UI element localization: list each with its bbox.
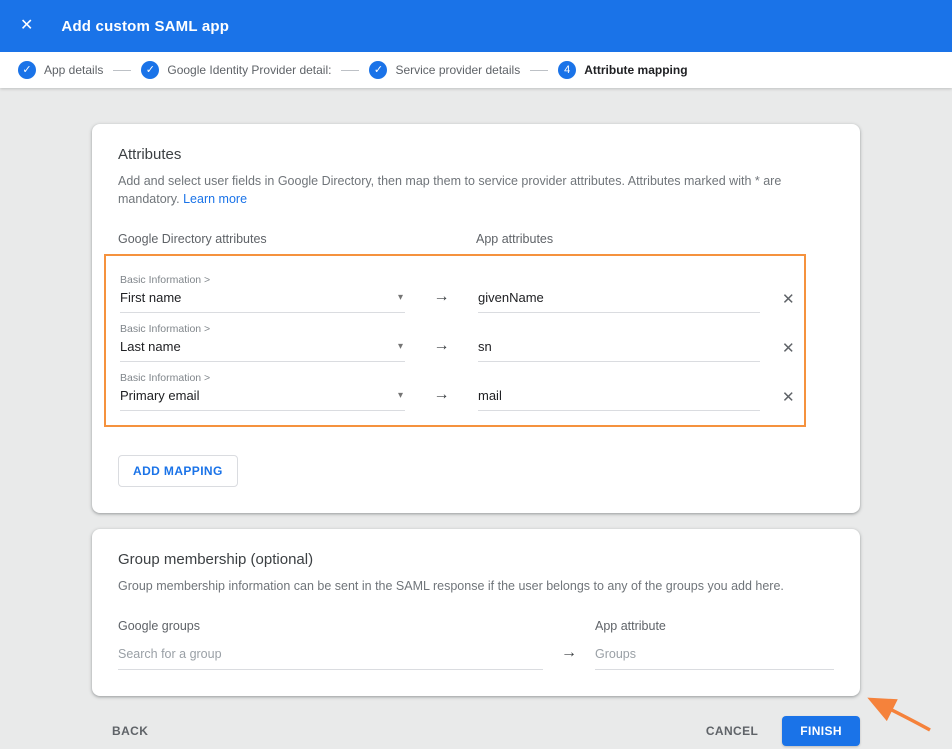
- directory-attribute-select[interactable]: Basic Information > Primary email ▾: [120, 372, 405, 411]
- group-membership-card: Group membership (optional) Group member…: [92, 529, 860, 696]
- add-mapping-button[interactable]: ADD MAPPING: [118, 455, 238, 487]
- app-attribute-header: App attribute: [595, 619, 666, 633]
- dialog-title: Add custom SAML app: [61, 18, 229, 35]
- step-app-details[interactable]: ✓ App details: [18, 61, 103, 79]
- back-button[interactable]: BACK: [112, 724, 148, 738]
- mapping-highlight-box: Basic Information > First name ▾ → ✕ Bas…: [104, 254, 806, 427]
- group-membership-title: Group membership (optional): [118, 551, 834, 568]
- step-complete-check-icon: ✓: [141, 61, 159, 79]
- cancel-button[interactable]: CANCEL: [706, 724, 758, 738]
- google-groups-header: Google groups: [118, 619, 595, 633]
- step-label-service-provider-details: Service provider details: [395, 63, 520, 77]
- arrow-right-icon: →: [405, 288, 478, 313]
- remove-mapping-icon[interactable]: ✕: [782, 339, 795, 362]
- app-header: ✕ Add custom SAML app: [0, 0, 952, 52]
- dropdown-caret-icon: ▾: [398, 292, 403, 303]
- footer-actions: BACK CANCEL FINISH: [92, 716, 860, 746]
- app-attribute-input[interactable]: [478, 286, 760, 313]
- select-value-label: Primary email: [120, 388, 405, 403]
- directory-attribute-select[interactable]: Basic Information > Last name ▾: [120, 323, 405, 362]
- group-membership-description: Group membership information can be sent…: [118, 577, 834, 595]
- step-connector: [341, 70, 359, 71]
- dropdown-caret-icon: ▾: [398, 341, 403, 352]
- select-category-label: Basic Information >: [120, 274, 405, 286]
- arrow-right-icon: →: [405, 337, 478, 362]
- app-attribute-input[interactable]: [478, 384, 760, 411]
- attributes-card: Attributes Add and select user fields in…: [92, 124, 860, 513]
- finish-button[interactable]: FINISH: [782, 716, 860, 746]
- attributes-column-headers: Google Directory attributes App attribut…: [118, 232, 834, 246]
- close-icon[interactable]: ✕: [20, 18, 33, 34]
- add-custom-saml-app-dialog: ✕ Add custom SAML app ✓ App details ✓ Go…: [0, 0, 952, 749]
- select-category-label: Basic Information >: [120, 323, 405, 335]
- stepper: ✓ App details ✓ Google Identity Provider…: [0, 52, 952, 88]
- remove-mapping-icon[interactable]: ✕: [782, 290, 795, 313]
- learn-more-link[interactable]: Learn more: [183, 192, 247, 206]
- attributes-title: Attributes: [118, 146, 834, 163]
- mapping-row: Basic Information > Last name ▾ → ✕: [120, 323, 804, 362]
- directory-attribute-select[interactable]: Basic Information > First name ▾: [120, 274, 405, 313]
- group-search-input[interactable]: [118, 643, 543, 670]
- step-complete-check-icon: ✓: [18, 61, 36, 79]
- group-app-attribute-input[interactable]: [595, 643, 834, 670]
- dropdown-caret-icon: ▾: [398, 390, 403, 401]
- arrow-right-icon: →: [543, 644, 595, 670]
- step-attribute-mapping[interactable]: 4 Attribute mapping: [558, 61, 687, 79]
- step-google-idp-details[interactable]: ✓ Google Identity Provider detail:: [141, 61, 331, 79]
- mapping-row: Basic Information > First name ▾ → ✕: [120, 274, 804, 313]
- app-attribute-input[interactable]: [478, 335, 760, 362]
- content-area: Attributes Add and select user fields in…: [0, 88, 952, 749]
- select-category-label: Basic Information >: [120, 372, 405, 384]
- group-mapping-row: →: [118, 643, 834, 670]
- remove-mapping-icon[interactable]: ✕: [782, 388, 795, 411]
- google-directory-attributes-header: Google Directory attributes: [118, 232, 476, 246]
- mapping-row: Basic Information > Primary email ▾ → ✕: [120, 372, 804, 411]
- attributes-description: Add and select user fields in Google Dir…: [118, 172, 834, 208]
- arrow-right-icon: →: [405, 386, 478, 411]
- group-column-headers: Google groups App attribute: [118, 619, 834, 633]
- step-complete-check-icon: ✓: [369, 61, 387, 79]
- step-connector: [113, 70, 131, 71]
- step-number-icon: 4: [558, 61, 576, 79]
- select-value-label: Last name: [120, 339, 405, 354]
- step-connector: [530, 70, 548, 71]
- step-label-app-details: App details: [44, 63, 103, 77]
- step-label-attribute-mapping: Attribute mapping: [584, 63, 687, 77]
- step-service-provider-details[interactable]: ✓ Service provider details: [369, 61, 520, 79]
- step-label-google-idp-details: Google Identity Provider detail:: [167, 63, 331, 77]
- select-value-label: First name: [120, 290, 405, 305]
- app-attributes-header: App attributes: [476, 232, 553, 246]
